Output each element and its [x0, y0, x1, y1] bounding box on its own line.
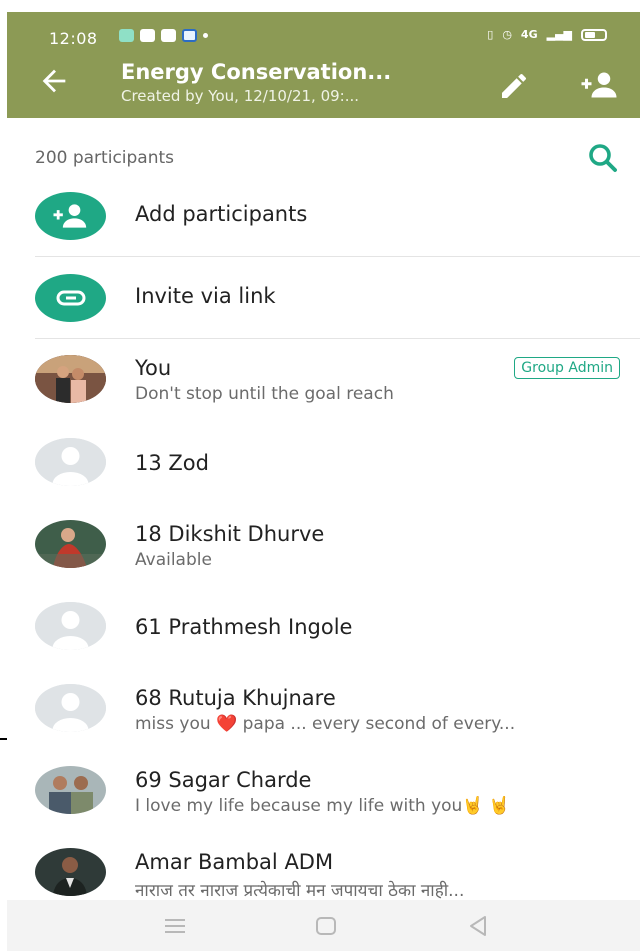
participant-status: Available	[135, 550, 212, 570]
avatar	[35, 766, 106, 814]
vibrate-icon: ▯	[487, 28, 494, 41]
avatar	[35, 848, 106, 896]
participants-panel: 200 participants Add participants Invite…	[7, 118, 640, 901]
participant-status: I love my life because my life with you🤘…	[135, 796, 511, 816]
participant-row[interactable]: You Don't stop until the goal reach Grou…	[7, 346, 640, 416]
screen: 12:08 ▯ ◷ 4G ▂▄▆ Energy Conservation... …	[7, 12, 640, 951]
participant-name: 13 Zod	[135, 451, 209, 475]
notification-app-icon	[182, 29, 197, 42]
participant-row[interactable]: 13 Zod	[7, 428, 640, 498]
participant-name: You	[135, 356, 172, 380]
status-bar: 12:08 ▯ ◷ 4G ▂▄▆	[7, 12, 640, 52]
invite-link-row[interactable]: Invite via link	[7, 270, 640, 336]
avatar	[35, 355, 106, 403]
status-time: 12:08	[49, 29, 98, 48]
app-bar: Energy Conservation... Created by You, 1…	[7, 54, 640, 118]
participant-name: 68 Rutuja Khujnare	[135, 686, 336, 710]
network-type: 4G	[520, 28, 538, 41]
add-participant-icon[interactable]	[579, 70, 619, 100]
divider	[35, 256, 640, 257]
participant-status: नाराज तर नाराज प्रत्येकाची मन जपायचा ठेक…	[135, 881, 465, 901]
participants-count: 200 participants	[35, 148, 175, 168]
more-notifications-dot	[203, 33, 208, 38]
top-bar: 12:08 ▯ ◷ 4G ▂▄▆ Energy Conservation... …	[7, 12, 640, 118]
system-status-icons: ▯ ◷ 4G ▂▄▆	[487, 28, 607, 41]
participant-status: miss you ❤️ papa ... every second of eve…	[135, 714, 516, 734]
signal-icon: ▂▄▆	[546, 28, 572, 41]
avatar	[35, 520, 106, 568]
participant-row[interactable]: 69 Sagar Charde I love my life because m…	[7, 756, 640, 826]
add-participants-label: Add participants	[135, 202, 308, 226]
group-admin-badge: Group Admin	[514, 357, 620, 379]
notification-app-icon	[161, 29, 176, 42]
system-navigation-bar	[7, 900, 640, 951]
participant-name: Amar Bambal ADM	[135, 850, 334, 874]
battery-icon	[581, 28, 607, 41]
menu-icon[interactable]	[160, 912, 190, 940]
add-user-icon	[35, 192, 106, 240]
participant-row[interactable]: 18 Dikshit Dhurve Available	[7, 510, 640, 580]
add-participants-row[interactable]: Add participants	[7, 188, 640, 254]
group-title: Energy Conservation...	[121, 60, 392, 84]
back-arrow-icon[interactable]	[37, 64, 71, 98]
default-avatar-icon	[35, 684, 106, 732]
group-subtitle: Created by You, 12/10/21, 09:...	[121, 87, 360, 105]
back-icon[interactable]	[463, 912, 493, 940]
participant-row[interactable]: 61 Prathmesh Ingole	[7, 592, 640, 662]
participant-status: Don't stop until the goal reach	[135, 384, 394, 404]
edit-pencil-icon[interactable]	[498, 70, 530, 102]
participant-name: 69 Sagar Charde	[135, 768, 312, 792]
link-icon	[35, 274, 106, 322]
participant-row[interactable]: Amar Bambal ADM नाराज तर नाराज प्रत्येका…	[7, 838, 640, 901]
participant-name: 61 Prathmesh Ingole	[135, 615, 353, 639]
search-icon[interactable]	[585, 140, 621, 176]
alarm-icon: ◷	[502, 28, 512, 41]
participant-name: 18 Dikshit Dhurve	[135, 522, 325, 546]
invite-link-label: Invite via link	[135, 284, 276, 308]
group-title-area[interactable]: Energy Conservation... Created by You, 1…	[121, 60, 461, 105]
default-avatar-icon	[35, 602, 106, 650]
divider	[35, 338, 640, 339]
edge-marker	[0, 738, 7, 740]
default-avatar-icon	[35, 438, 106, 486]
participant-row[interactable]: 68 Rutuja Khujnare miss you ❤️ papa ... …	[7, 674, 640, 744]
home-icon[interactable]	[311, 912, 341, 940]
notification-icons	[119, 29, 208, 42]
notification-app-icon	[140, 29, 155, 42]
notification-app-icon	[119, 29, 134, 42]
